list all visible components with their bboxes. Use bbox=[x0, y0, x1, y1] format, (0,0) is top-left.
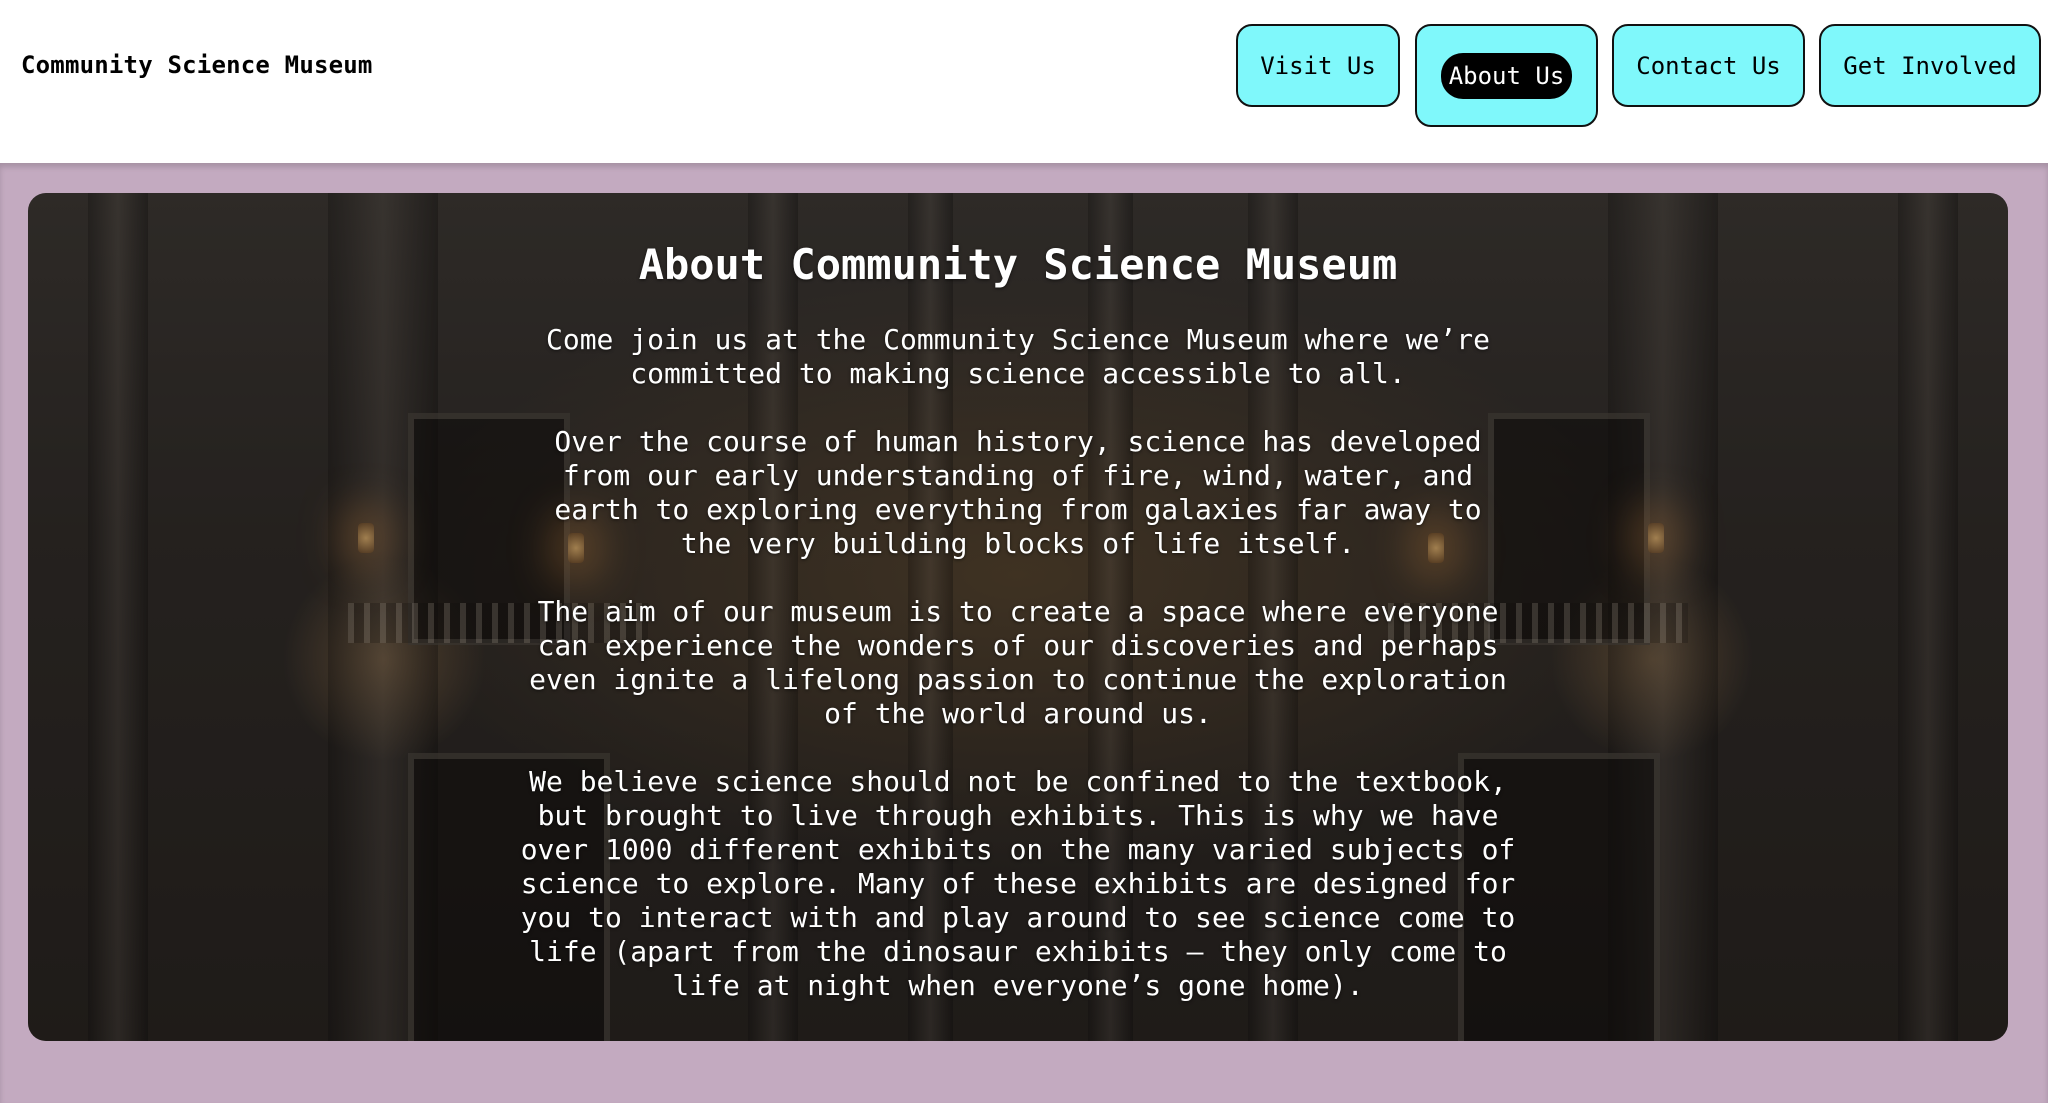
about-paragraph-history: Over the course of human history, scienc… bbox=[554, 425, 1482, 560]
site-header: Community Science Museum Visit Us About … bbox=[0, 0, 2048, 163]
about-paragraph-aim: The aim of our museum is to create a spa… bbox=[529, 595, 1507, 730]
about-paragraph-intro: Come join us at the Community Science Mu… bbox=[545, 323, 1490, 390]
nav-label-active: About Us bbox=[1440, 52, 1573, 99]
nav-label: Contact Us bbox=[1636, 51, 1781, 80]
site-title[interactable]: Community Science Museum bbox=[21, 50, 373, 80]
nav-visit-us-button[interactable]: Visit Us bbox=[1236, 24, 1400, 107]
about-title: About Community Science Museum bbox=[638, 240, 1398, 289]
about-paragraph-exhibits: We believe science should not be confine… bbox=[520, 765, 1516, 1002]
nav-contact-us-button[interactable]: Contact Us bbox=[1612, 24, 1805, 107]
nav-label: Visit Us bbox=[1260, 51, 1376, 80]
nav-about-us-button[interactable]: About Us bbox=[1415, 24, 1598, 127]
about-hero-card: About Community Science Museum Come join… bbox=[28, 193, 2008, 1041]
nav-label: Get Involved bbox=[1843, 51, 2017, 80]
nav-get-involved-button[interactable]: Get Involved bbox=[1819, 24, 2041, 107]
